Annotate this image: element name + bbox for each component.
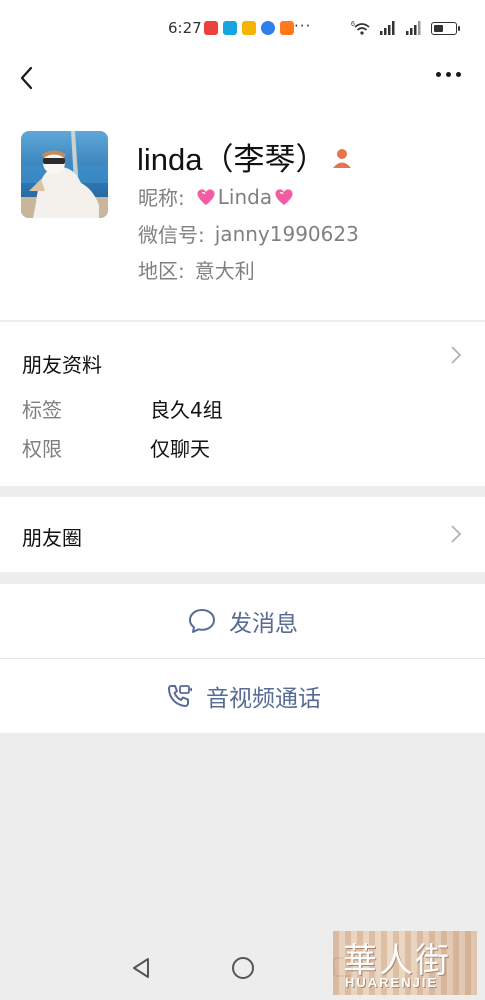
- status-right-icons: 6: [351, 20, 460, 36]
- friend-info-title: 朋友资料: [22, 353, 102, 377]
- nickname-label: 昵称:: [138, 186, 185, 210]
- tag-label: 标签: [22, 398, 62, 422]
- region-label: 地区:: [138, 259, 185, 283]
- more-options-icon[interactable]: [436, 72, 461, 77]
- wechat-id-line: 微信号: janny1990623: [138, 219, 359, 248]
- signal-icon-1: [380, 21, 395, 35]
- message-app-icon: [223, 21, 237, 35]
- heart-icon: [275, 188, 293, 205]
- nav-bar: [0, 56, 485, 106]
- moments-section[interactable]: 朋友圈: [0, 497, 485, 572]
- home-circle-icon[interactable]: [232, 957, 254, 979]
- send-message-button[interactable]: 发消息: [0, 584, 485, 658]
- shop-app-icon: [280, 21, 294, 35]
- nickname-value: Linda: [217, 184, 273, 209]
- mail-app-icon: [242, 21, 256, 35]
- avatar[interactable]: [21, 131, 108, 218]
- avatar-image: [21, 131, 108, 218]
- profile-header: linda（李琴） 昵称: Linda 微信号: janny1990623 地区…: [0, 106, 485, 320]
- heart-icon: [197, 188, 215, 205]
- status-more-indicator: ···: [294, 17, 312, 35]
- status-time: 6:27: [168, 19, 202, 37]
- voice-video-call-label: 音视频通话: [206, 686, 321, 712]
- watermark-english: HUARENJIE: [345, 975, 439, 990]
- region-line: 地区: 意大利: [138, 255, 255, 284]
- region-value: 意大利: [194, 259, 255, 283]
- permission-label: 权限: [22, 437, 62, 461]
- profile-name-row: linda（李琴）: [137, 134, 353, 179]
- person-badge-icon: [332, 148, 351, 168]
- voice-video-call-button[interactable]: 音视频通话: [0, 659, 485, 733]
- permission-value: 仅聊天: [150, 437, 210, 461]
- tag-value: 良久4组: [150, 398, 223, 422]
- back-arrow-icon[interactable]: [14, 64, 42, 92]
- news-app-icon: [204, 21, 218, 35]
- battery-icon: [431, 21, 460, 35]
- send-message-label: 发消息: [229, 611, 298, 637]
- phone-video-icon: [168, 685, 192, 707]
- chat-bubble-icon: [189, 609, 215, 633]
- nickname-line: 昵称: Linda: [138, 182, 296, 211]
- back-triangle-icon[interactable]: [131, 957, 151, 979]
- battery-level: [434, 24, 443, 32]
- profile-name: linda（李琴）: [137, 142, 327, 177]
- friend-info-section[interactable]: 朋友资料 标签 良久4组 权限 仅聊天: [0, 322, 485, 486]
- chevron-right-icon: [451, 525, 462, 543]
- wechat-id-label: 微信号:: [138, 223, 205, 247]
- status-bar: 6:27 ··· 6: [0, 0, 485, 56]
- notification-icons: [204, 21, 294, 35]
- moments-title: 朋友圈: [22, 526, 82, 550]
- network-badge: 6: [351, 21, 355, 28]
- chevron-right-icon: [451, 346, 462, 364]
- signal-icon-2: [406, 21, 421, 35]
- watermark-logo: 華人街 HUARENJIE: [333, 931, 477, 995]
- wifi-icon: 6: [351, 21, 370, 35]
- wechat-id-value: janny1990623: [214, 221, 359, 246]
- browser-app-icon: [261, 21, 275, 35]
